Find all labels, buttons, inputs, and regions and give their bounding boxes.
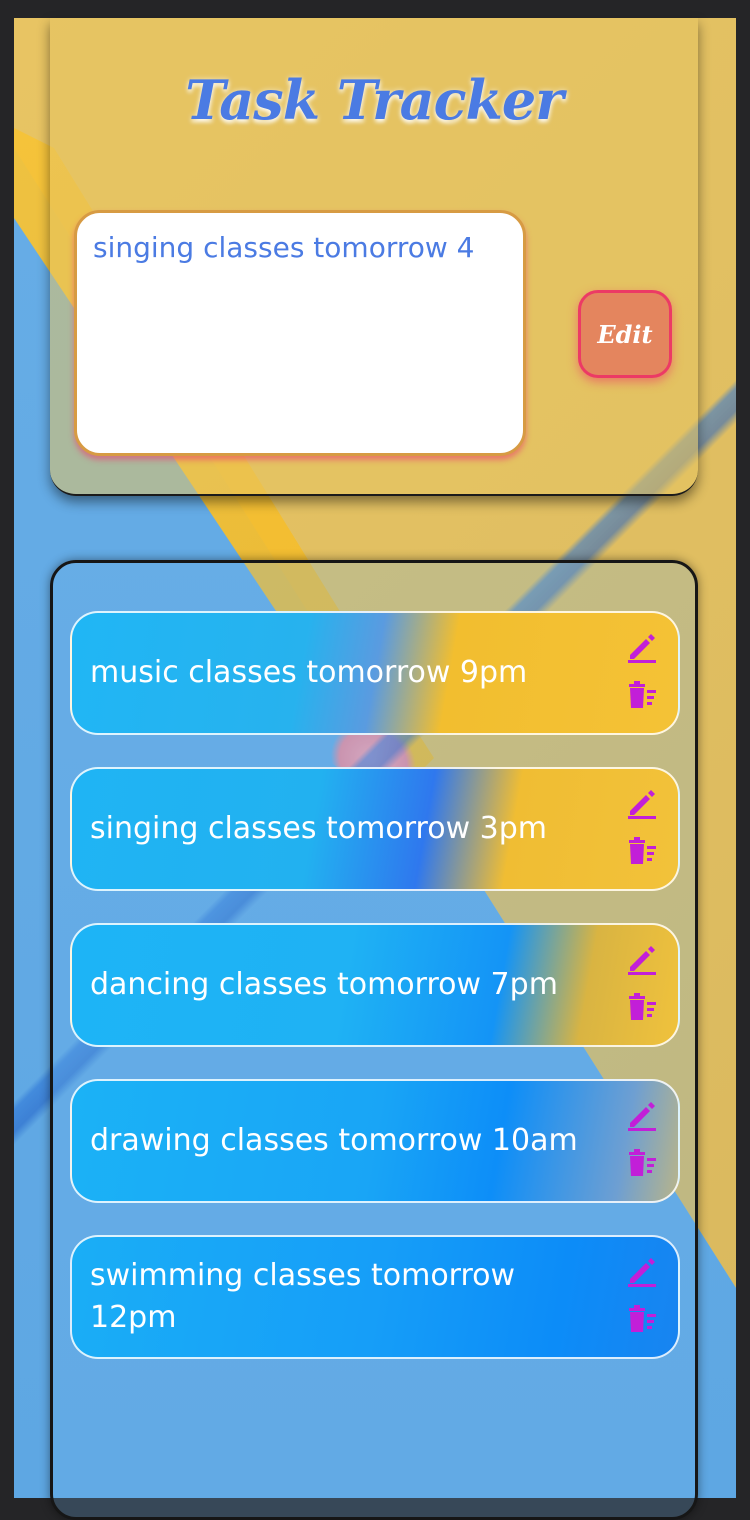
trash-icon[interactable]	[624, 677, 660, 713]
task-item: singing classes tomorrow 3pm	[70, 767, 680, 891]
app-title: Task Tracker	[185, 68, 563, 132]
task-text: dancing classes tomorrow 7pm	[90, 967, 558, 1002]
trash-icon[interactable]	[624, 989, 660, 1025]
task-item: drawing classes tomorrow 10am	[70, 1079, 680, 1203]
task-item: swimming classes tomorrow 12pm	[70, 1235, 680, 1359]
trash-icon[interactable]	[624, 1301, 660, 1337]
trash-icon[interactable]	[624, 1145, 660, 1181]
task-item: music classes tomorrow 9pm	[70, 611, 680, 735]
pencil-icon[interactable]	[624, 1253, 660, 1289]
task-text: swimming classes tomorrow 12pm	[90, 1258, 516, 1335]
pencil-icon[interactable]	[624, 1097, 660, 1133]
trash-icon[interactable]	[624, 833, 660, 869]
task-text: drawing classes tomorrow 10am	[90, 1123, 578, 1158]
header-card: Task Tracker Edit	[50, 18, 698, 496]
pencil-icon[interactable]	[624, 785, 660, 821]
pencil-icon[interactable]	[624, 941, 660, 977]
task-input[interactable]	[74, 210, 526, 456]
task-text: music classes tomorrow 9pm	[90, 655, 528, 690]
edit-button[interactable]: Edit	[578, 290, 672, 378]
task-item: dancing classes tomorrow 7pm	[70, 923, 680, 1047]
task-list: music classes tomorrow 9pm singing class…	[70, 611, 680, 1391]
pencil-icon[interactable]	[624, 629, 660, 665]
task-text: singing classes tomorrow 3pm	[90, 811, 548, 846]
task-list-panel: music classes tomorrow 9pm singing class…	[50, 560, 698, 1520]
